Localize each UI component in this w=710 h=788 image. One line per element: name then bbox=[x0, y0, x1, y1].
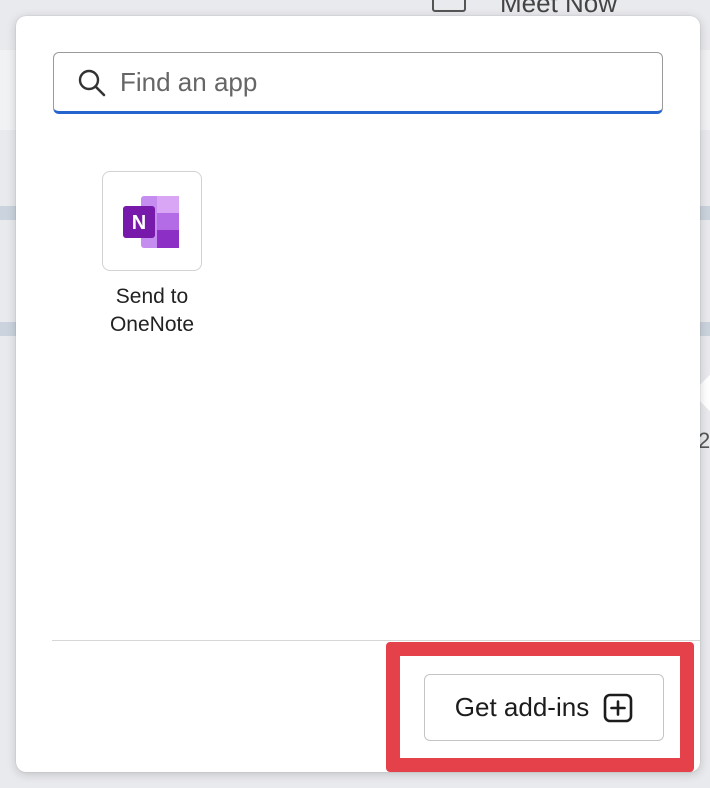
search-icon bbox=[78, 69, 106, 97]
get-add-ins-button[interactable]: Get add-ins bbox=[424, 674, 664, 741]
app-label: Send to OneNote bbox=[96, 283, 208, 339]
app-label-line: OneNote bbox=[109, 313, 195, 336]
app-icon-frame[interactable]: N bbox=[102, 171, 202, 271]
onenote-icon: N bbox=[123, 196, 179, 248]
apps-flyout-panel: N Send to OneNote Get add-ins bbox=[16, 16, 700, 772]
add-square-icon bbox=[603, 693, 633, 722]
app-tile-send-to-onenote[interactable]: N Send to OneNote bbox=[96, 171, 208, 339]
onenote-letter: N bbox=[132, 212, 146, 234]
get-add-ins-label: Get add-ins bbox=[454, 692, 590, 722]
find-app-search-box[interactable] bbox=[53, 52, 663, 114]
video-camera-icon bbox=[432, 0, 466, 12]
footer-divider bbox=[52, 640, 700, 641]
search-input[interactable] bbox=[120, 61, 640, 103]
app-label-line: Send to bbox=[115, 285, 189, 308]
